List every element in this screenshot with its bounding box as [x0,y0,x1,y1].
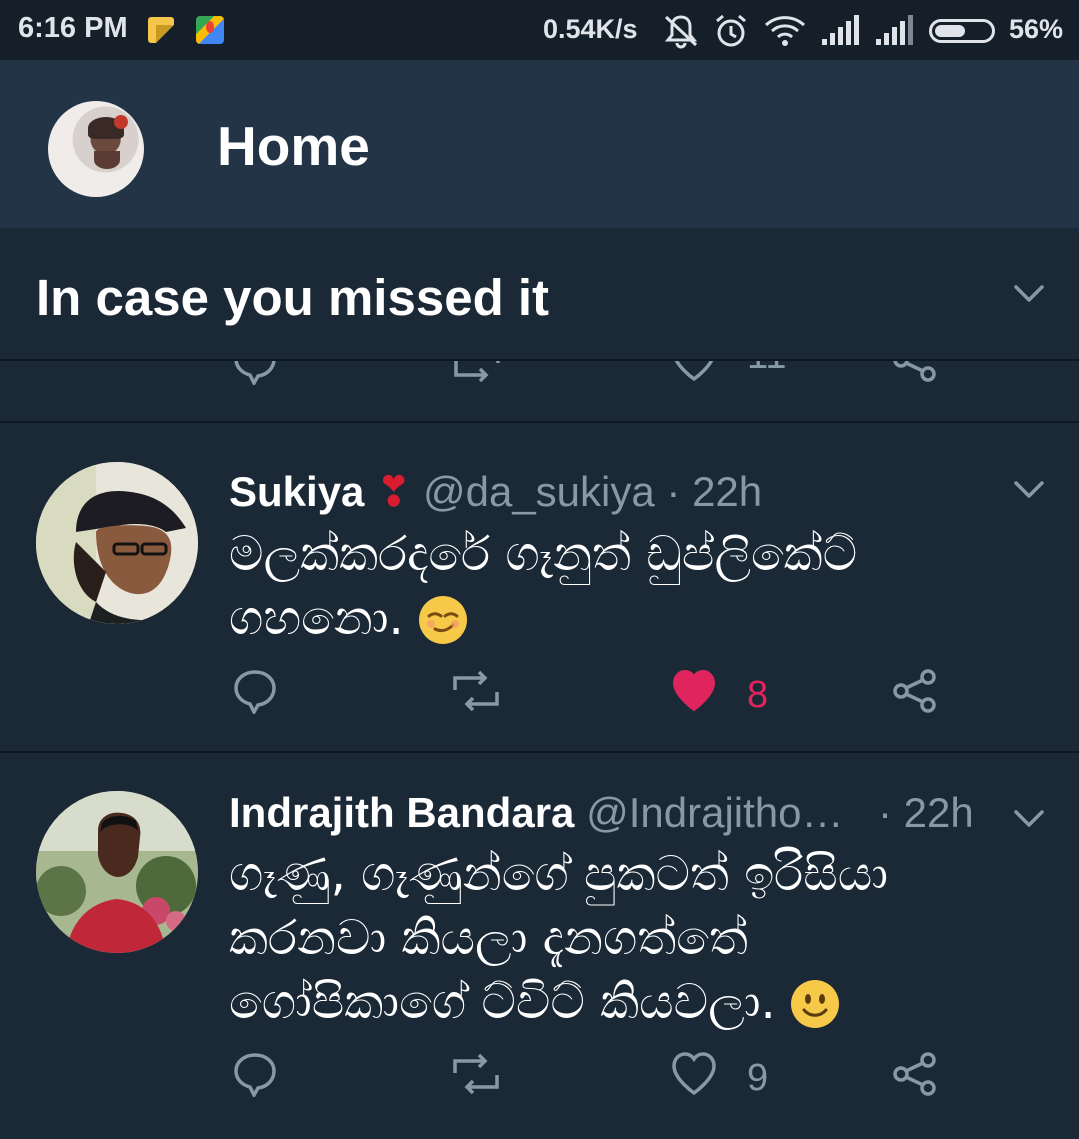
tweet-text-line: මලක්කරදරේ ගෑනුත් ඩුප්ලිකේට් [229,526,858,582]
mute-icon [664,15,698,49]
tweet-time-group: · 22h [878,789,974,837]
chevron-down-icon[interactable] [1012,282,1046,306]
like-icon[interactable] [670,1051,718,1097]
network-speed: 0.54K/s [543,14,638,44]
chevron-down-icon[interactable] [1012,478,1046,502]
share-icon[interactable] [892,1051,938,1097]
retweet-icon[interactable] [452,361,502,385]
user-name[interactable]: Sukiya [229,468,364,515]
tweet-text-fragment: ගෝපිකාගේ ට්විට් කියවලා. [229,974,776,1030]
battery-fill [935,25,965,37]
like-count: 11 [747,361,786,378]
tweet-header: Sukiya ❣ @da_sukiya · 22h [229,467,762,516]
smile-face [802,994,828,1017]
avatar-beard [94,151,120,169]
user-name[interactable]: Indrajith Bandara [229,789,574,836]
battery-icon [929,19,995,43]
alarm-icon [716,14,746,47]
section-title: In case you missed it [36,269,550,326]
wifi-icon [764,16,806,46]
profile-avatar[interactable] [48,101,144,197]
previous-tweet-actions: 11 [0,361,1079,423]
heart-exclamation-emoji: ❣ [376,468,412,515]
battery-percent: 56% [1009,14,1064,44]
user-handle[interactable]: @da_sukiya [423,468,655,515]
like-count: 8 [747,674,769,716]
user-avatar[interactable] [36,462,198,624]
user-avatar[interactable] [36,791,198,953]
smirk-face [427,612,460,633]
share-icon[interactable] [892,668,938,714]
separator-dot: · [666,468,681,515]
signal-icon [822,15,859,45]
tweet-text: මලක්කරදරේ ගෑනුත් ඩුප්ලිකේට් ගහනො. [229,522,949,650]
smile-emoji [791,980,840,1028]
like-icon-filled[interactable] [670,668,718,714]
signal-icon-2 [876,15,913,45]
page-title: Home [217,115,370,177]
like-icon[interactable] [670,361,718,383]
retweet-icon[interactable] [451,668,501,714]
reply-icon[interactable] [232,361,278,385]
reply-icon[interactable] [232,668,278,714]
tweet[interactable]: Indrajith Bandara @Indrajitho… · 22h ගෑණ… [0,753,1079,1139]
tweet-actions: 9 [229,1051,989,1111]
notes-notification-icon [148,17,174,43]
avatar-image [36,791,198,953]
tweet-header: Indrajith Bandara @Indrajitho… [229,789,844,837]
tweet-text-line-2: කරනවා කියලා දැනගත්තේ [229,910,748,966]
status-time: 6:16 PM [18,12,128,44]
share-icon[interactable] [892,361,938,383]
chevron-down-icon[interactable] [1012,807,1046,831]
tweet-time: 22h [903,789,974,836]
status-bar: 6:16 PM 0.54K/s 56% [0,0,1079,60]
tweet-text-line-2: ගහනො. [229,586,949,650]
tweet-text-line-3: ගෝපිකාගේ ට්විට් කියවලා. [229,970,949,1034]
separator-dot: · [878,789,892,836]
section-header: In case you missed it [0,234,1079,361]
user-handle[interactable]: @Indrajitho… [586,789,843,836]
tweet-time: 22h [692,468,763,515]
tweet-text: ගෑණු, ගෑණුන්ගේ පුකටත් ඉරිසියා කරනවා කියල… [229,842,949,1034]
maps-notification-icon [196,16,224,44]
app-header: Home [0,60,1079,228]
avatar-accent [114,115,128,129]
like-count: 9 [747,1057,769,1099]
smirk-emoji [419,596,468,644]
tweet-text-line: ගෑණු, ගෑණුන්ගේ පුකටත් ඉරිසියා [229,846,889,902]
tweet[interactable]: Sukiya ❣ @da_sukiya · 22h මලක්කරදරේ ගෑනු… [0,423,1079,753]
retweet-icon[interactable] [451,1051,501,1097]
avatar-image [36,462,198,624]
tweet-actions: 8 [229,668,989,728]
tweet-text-fragment: ගහනො. [229,590,404,646]
reply-icon[interactable] [232,1051,278,1097]
